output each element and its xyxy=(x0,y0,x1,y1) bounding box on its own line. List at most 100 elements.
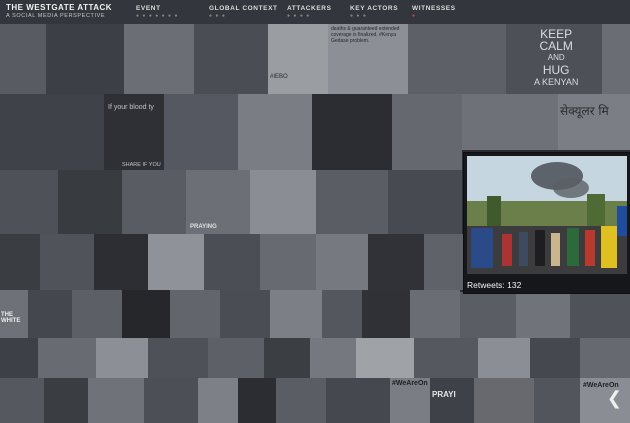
nav-item-global-context[interactable]: GLOBAL CONTEXT ● ● ● xyxy=(209,5,278,19)
mosaic-tile[interactable] xyxy=(94,234,148,290)
chevron-left-icon[interactable]: ❮ xyxy=(607,388,622,409)
mosaic-tile[interactable] xyxy=(312,94,392,170)
nav-label: GLOBAL CONTEXT xyxy=(209,5,278,12)
mosaic-tile[interactable] xyxy=(0,94,104,170)
mosaic-tile[interactable] xyxy=(122,170,186,234)
mosaic-tile[interactable] xyxy=(362,290,410,338)
mosaic-tile[interactable] xyxy=(208,338,264,378)
mosaic-tile[interactable] xyxy=(516,292,570,338)
tile-tweet-text: deaths & guaranteed extended coverage is… xyxy=(331,26,400,44)
image-preview-popup[interactable]: Retweets: 132 xyxy=(463,152,630,294)
tile-text: If your blood ty xyxy=(108,104,154,111)
mosaic-tile[interactable]: सेक्यूलर मि xyxy=(558,94,630,150)
mosaic-tile[interactable] xyxy=(270,290,322,338)
keep-calm-line: HUG xyxy=(542,63,570,77)
mosaic-tile[interactable] xyxy=(388,170,462,234)
mosaic-tile[interactable] xyxy=(410,290,460,338)
nav-label: EVENT xyxy=(136,5,161,12)
mosaic-tile[interactable] xyxy=(326,378,390,423)
mosaic-tile[interactable]: If your blood ty SHARE IF YOU xyxy=(104,94,164,170)
mosaic-tile[interactable] xyxy=(148,338,208,378)
mosaic-tile[interactable] xyxy=(392,94,462,170)
mosaic-tile[interactable]: #IEBO xyxy=(268,24,328,94)
mosaic-tile[interactable]: PRAYING xyxy=(186,170,250,234)
tile-text: THE WHITE xyxy=(1,312,21,324)
mosaic-tile[interactable] xyxy=(0,234,40,290)
mosaic-tile[interactable] xyxy=(72,290,122,338)
nav-progress-dots-active: ● xyxy=(412,13,417,19)
mosaic-tile[interactable] xyxy=(414,338,478,378)
tile-text: #IEBO xyxy=(270,74,288,80)
mosaic-tile[interactable] xyxy=(250,170,316,234)
mosaic-tile[interactable] xyxy=(58,170,122,234)
brand[interactable]: THE WESTGATE ATTACK A SOCIAL MEDIA PERSP… xyxy=(6,3,112,20)
tile-text: PRAYING xyxy=(190,224,217,230)
mosaic-tile[interactable] xyxy=(204,234,260,290)
mosaic-tile[interactable] xyxy=(260,234,316,290)
mosaic-tile[interactable] xyxy=(170,290,220,338)
mosaic-tile[interactable] xyxy=(0,338,38,378)
nav-item-witnesses[interactable]: WITNESSES ● xyxy=(412,5,456,19)
mosaic-tile[interactable] xyxy=(460,292,516,338)
mosaic-tile[interactable] xyxy=(38,338,96,378)
nav-label: WITNESSES xyxy=(412,5,456,12)
nav-item-event[interactable]: EVENT ● ● ● ● ● ● ● xyxy=(136,5,178,19)
nav-progress-dots: ● ● ● xyxy=(350,13,367,19)
mosaic-tile[interactable] xyxy=(530,338,580,378)
mosaic-tile[interactable] xyxy=(124,24,194,94)
mosaic-tile[interactable] xyxy=(356,338,414,378)
mosaic-tile[interactable] xyxy=(316,234,368,290)
mosaic-tile[interactable]: #WeAreOn xyxy=(390,378,430,423)
nav-progress-dots: ● ● ● xyxy=(209,13,226,19)
mosaic-tile[interactable] xyxy=(0,170,58,234)
mosaic-tile[interactable] xyxy=(474,378,534,423)
preview-photo[interactable] xyxy=(467,156,627,274)
mosaic-tile[interactable] xyxy=(322,290,362,338)
mosaic-tile[interactable] xyxy=(570,292,630,338)
nav-label: KEY ACTORS xyxy=(350,5,399,12)
mosaic-tile[interactable] xyxy=(408,24,506,94)
mosaic-tile[interactable] xyxy=(478,338,530,378)
mosaic-tile[interactable] xyxy=(0,24,46,94)
mosaic-tile[interactable] xyxy=(148,234,204,290)
mosaic-tile[interactable] xyxy=(602,24,630,94)
mosaic-tile[interactable] xyxy=(462,94,558,150)
mosaic-tile[interactable] xyxy=(316,170,388,234)
nav-item-attackers[interactable]: ATTACKERS ● ● ● ● xyxy=(287,5,332,19)
mosaic-tile[interactable] xyxy=(264,338,310,378)
mosaic-tile[interactable] xyxy=(122,290,170,338)
mosaic-tile[interactable]: deaths & guaranteed extended coverage is… xyxy=(328,24,408,94)
mosaic-tile[interactable] xyxy=(424,234,464,290)
mosaic-tile[interactable]: KEEP CALM AND HUG A KENYAN xyxy=(506,24,602,94)
mosaic-tile[interactable] xyxy=(238,378,276,423)
mosaic-tile[interactable] xyxy=(580,338,630,378)
mosaic-tile[interactable] xyxy=(164,94,238,170)
mosaic-tile[interactable] xyxy=(198,378,238,423)
mosaic-tile[interactable] xyxy=(88,378,144,423)
keep-calm-line: A KENYAN xyxy=(534,77,579,87)
mosaic-tile[interactable] xyxy=(28,290,72,338)
mosaic-tile[interactable] xyxy=(46,24,124,94)
tile-text: सेक्यूलर मि xyxy=(560,104,609,118)
nav-item-key-actors[interactable]: KEY ACTORS ● ● ● xyxy=(350,5,398,19)
mosaic-tile[interactable] xyxy=(144,378,198,423)
mosaic-tile[interactable] xyxy=(534,378,580,423)
nav-progress-dots: ● ● ● ● ● ● ● xyxy=(136,13,179,19)
mosaic-tile[interactable]: THE WHITE xyxy=(0,290,28,338)
brand-title: THE WESTGATE ATTACK xyxy=(6,3,113,12)
mosaic-tile[interactable] xyxy=(96,338,148,378)
mosaic-tile[interactable] xyxy=(194,24,268,94)
mosaic-tile[interactable] xyxy=(368,234,424,290)
brand-subtitle: A SOCIAL MEDIA PERSPECTIVE xyxy=(6,13,106,19)
mosaic-tile[interactable] xyxy=(276,378,326,423)
photo-scene xyxy=(467,156,627,274)
mosaic-tile[interactable]: PRAYI xyxy=(430,378,474,423)
mosaic-tile[interactable]: #WeAreOn xyxy=(580,378,630,423)
mosaic-tile[interactable] xyxy=(40,234,94,290)
mosaic-tile[interactable] xyxy=(238,94,312,170)
keep-calm-line: CALM xyxy=(539,39,573,53)
mosaic-tile[interactable] xyxy=(220,290,270,338)
mosaic-tile[interactable] xyxy=(0,378,44,423)
mosaic-tile[interactable] xyxy=(310,338,356,378)
mosaic-tile[interactable] xyxy=(44,378,88,423)
